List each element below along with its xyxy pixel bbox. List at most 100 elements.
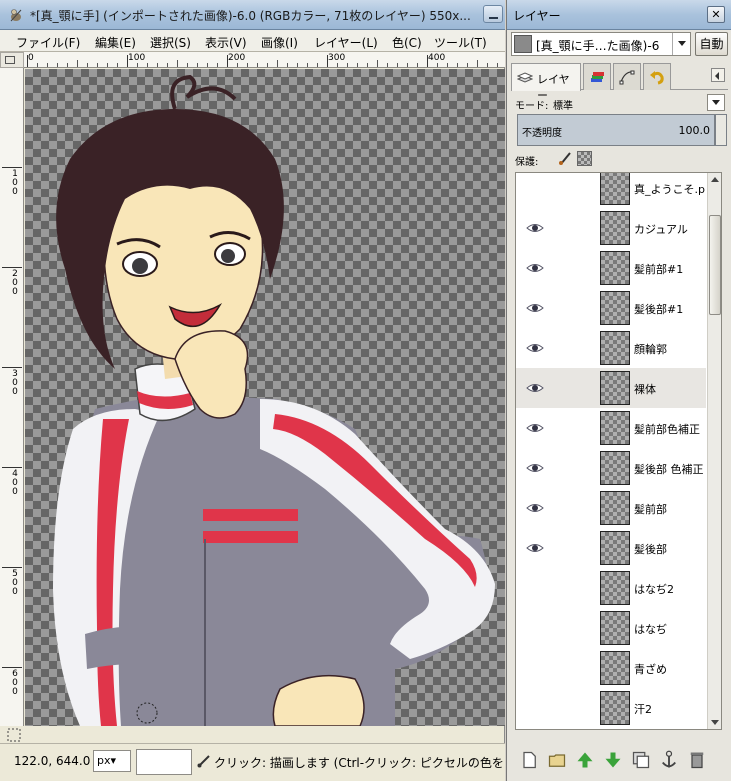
image-selector-label: [真_顎に手…た画像)-6 bbox=[536, 39, 660, 53]
eye-icon[interactable] bbox=[526, 222, 544, 234]
image-window: *[真_顎に手] (インポートされた画像)-6.0 (RGBカラー, 71枚のレ… bbox=[0, 0, 505, 781]
layer-row[interactable]: 髪前部色補正 bbox=[516, 408, 706, 448]
layer-name: はなぢ bbox=[634, 623, 667, 636]
layer-list-scrollbar[interactable] bbox=[707, 173, 721, 729]
menu-colors[interactable]: 色(C) bbox=[392, 34, 422, 51]
opacity-slider[interactable]: 不透明度 100.0 bbox=[517, 114, 715, 146]
layer-thumbnail bbox=[600, 611, 630, 645]
layer-thumbnail bbox=[600, 211, 630, 245]
layer-row[interactable]: 裸体 bbox=[516, 368, 706, 408]
tab-undo-history[interactable] bbox=[643, 63, 671, 90]
duplicate-layer-icon[interactable] bbox=[631, 750, 651, 770]
image-selector[interactable]: [真_顎に手…た画像)-6 bbox=[511, 32, 691, 56]
scroll-up-arrow[interactable] bbox=[708, 173, 721, 187]
layer-name: 顔輪郭 bbox=[634, 343, 667, 356]
opacity-spinner[interactable] bbox=[715, 114, 727, 146]
layer-row[interactable]: はなぢ2 bbox=[516, 568, 706, 608]
delete-layer-icon[interactable] bbox=[687, 750, 707, 770]
tab-menu-button[interactable] bbox=[711, 68, 725, 82]
layers-icon bbox=[517, 72, 533, 83]
layer-row[interactable]: 真_ようこそ.png bbox=[516, 173, 706, 208]
layer-list[interactable]: 真_ようこそ.png カジュアル髪前部#1 髪後部#1 顔輪郭裸体髪前部色補正髪後部 … bbox=[515, 172, 722, 730]
menu-image[interactable]: 画像(I) bbox=[261, 34, 298, 51]
layer-name: 髪前部#1 bbox=[634, 263, 684, 276]
eye-icon[interactable] bbox=[526, 262, 544, 274]
layer-thumbnail bbox=[600, 571, 630, 605]
new-layer-group-icon[interactable] bbox=[547, 750, 567, 770]
undo-icon bbox=[650, 71, 664, 85]
menu-select[interactable]: 選択(S) bbox=[150, 34, 191, 51]
lower-layer-icon[interactable] bbox=[603, 750, 623, 770]
lock-alpha-icon[interactable] bbox=[577, 151, 592, 166]
eye-icon[interactable] bbox=[526, 502, 544, 514]
dock-tabs: レイヤー bbox=[511, 60, 728, 102]
layer-name: 汗2 bbox=[634, 703, 652, 716]
layer-row[interactable]: 髪後部 色補正 bbox=[516, 448, 706, 488]
lock-pixels-icon[interactable] bbox=[557, 150, 573, 166]
image-window-title: *[真_顎に手] (インポートされた画像)-6.0 (RGBカラー, 71枚のレ… bbox=[30, 9, 470, 23]
ruler-label: 2 0 0 bbox=[12, 269, 18, 297]
menu-file[interactable]: ファイル(F) bbox=[16, 34, 80, 51]
eye-icon[interactable] bbox=[526, 462, 544, 474]
layer-thumbnail bbox=[600, 371, 630, 405]
minimize-button[interactable] bbox=[483, 5, 503, 23]
quick-mask-toggle[interactable] bbox=[0, 52, 24, 68]
mode-select[interactable]: 標準 bbox=[553, 97, 573, 112]
layer-row[interactable]: はなぢ bbox=[516, 608, 706, 648]
eye-icon[interactable] bbox=[526, 342, 544, 354]
layer-row[interactable]: 顔輪郭 bbox=[516, 328, 706, 368]
eye-icon[interactable] bbox=[526, 542, 544, 554]
image-canvas[interactable] bbox=[25, 69, 505, 726]
layer-name: 真_ようこそ.png bbox=[634, 183, 706, 196]
eye-icon[interactable] bbox=[526, 302, 544, 314]
layer-row[interactable]: 汗2 bbox=[516, 688, 706, 728]
menu-view[interactable]: 表示(V) bbox=[205, 34, 247, 51]
raise-layer-icon[interactable] bbox=[575, 750, 595, 770]
layers-dock: レイヤー ✕ [真_顎に手…た画像)-6 自動 レイヤー モード: 標準 不透明… bbox=[506, 0, 731, 781]
layer-row[interactable]: 髪前部 bbox=[516, 488, 706, 528]
horizontal-ruler[interactable]: 0 100 200 300 400 bbox=[24, 52, 505, 68]
channels-icon bbox=[591, 72, 604, 82]
anchor-layer-icon[interactable] bbox=[659, 750, 679, 770]
navigate-icon[interactable] bbox=[6, 727, 22, 743]
close-button[interactable]: ✕ bbox=[707, 6, 725, 23]
ruler-label: 0 bbox=[28, 53, 34, 63]
menu-layer[interactable]: レイヤー(L) bbox=[314, 34, 378, 51]
eye-icon[interactable] bbox=[526, 382, 544, 394]
layer-row[interactable]: 髪後部 bbox=[516, 528, 706, 568]
layer-row[interactable]: 髪前部#1 bbox=[516, 248, 706, 288]
ruler-label: 100 bbox=[128, 53, 146, 63]
layer-thumbnail bbox=[600, 291, 630, 325]
tab-paths[interactable] bbox=[613, 63, 641, 90]
status-bar: 122.0, 644.0 px▾ クリック: 描画します (Ctrl-クリック:… bbox=[0, 743, 505, 781]
chevron-down-icon[interactable] bbox=[672, 33, 690, 55]
layer-row[interactable]: 青ざめ bbox=[516, 648, 706, 688]
layers-dock-titlebar[interactable]: レイヤー ✕ bbox=[507, 0, 731, 30]
layer-row[interactable]: 髪後部#1 bbox=[516, 288, 706, 328]
layer-thumbnail bbox=[600, 173, 630, 205]
mode-row: モード: 標準 bbox=[515, 94, 728, 112]
image-window-titlebar[interactable]: *[真_顎に手] (インポートされた画像)-6.0 (RGBカラー, 71枚のレ… bbox=[0, 0, 505, 30]
eye-icon[interactable] bbox=[526, 422, 544, 434]
vertical-ruler[interactable]: 1 0 0 2 0 0 3 0 0 4 0 0 5 0 0 6 0 0 bbox=[0, 68, 24, 726]
tab-layers[interactable]: レイヤー bbox=[511, 63, 581, 102]
chevron-down-icon[interactable] bbox=[707, 94, 725, 111]
paths-icon bbox=[619, 70, 635, 85]
scroll-down-arrow[interactable] bbox=[708, 715, 721, 729]
layer-action-bar bbox=[515, 747, 725, 773]
layer-name: 髪前部色補正 bbox=[634, 423, 700, 436]
layer-name: 髪前部 bbox=[634, 503, 667, 516]
scrollbar-thumb[interactable] bbox=[709, 215, 721, 315]
menu-tools[interactable]: ツール(T) bbox=[434, 34, 487, 51]
layer-row[interactable]: カジュアル bbox=[516, 208, 706, 248]
auto-button[interactable]: 自動 bbox=[695, 32, 728, 56]
status-message: クリック: 描画します (Ctrl-クリック: ピクセルの色を選 bbox=[214, 756, 504, 770]
layer-thumbnail bbox=[600, 651, 630, 685]
menu-edit[interactable]: 編集(E) bbox=[95, 34, 136, 51]
layer-name: 髪後部 bbox=[634, 543, 667, 556]
ruler-label: 3 0 0 bbox=[12, 369, 18, 397]
zoom-combo[interactable] bbox=[136, 749, 192, 775]
new-layer-icon[interactable] bbox=[519, 750, 539, 770]
unit-select[interactable]: px▾ bbox=[93, 750, 131, 772]
tab-channels[interactable] bbox=[583, 63, 611, 90]
